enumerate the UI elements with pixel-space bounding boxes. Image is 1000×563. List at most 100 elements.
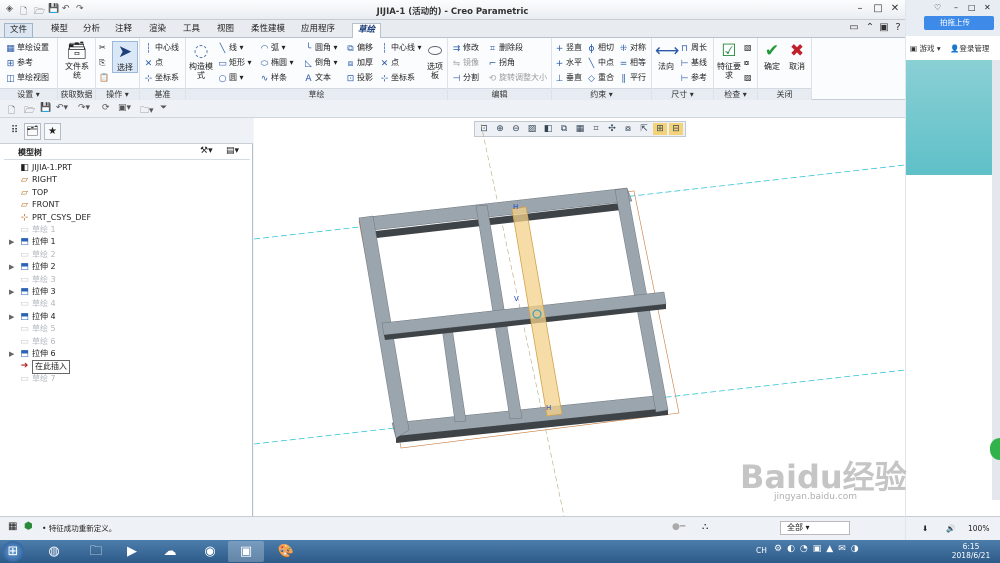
regenerate-icon[interactable]: ⟳: [102, 103, 110, 113]
expand-arrow-icon[interactable]: ▶: [9, 286, 15, 298]
windows-icon[interactable]: ▣▾: [118, 103, 131, 113]
taskbar-paint-icon[interactable]: 🎨: [268, 541, 304, 562]
sketch-centerline-button[interactable]: ┆ 中心线 ▾: [380, 42, 422, 54]
close-doc-icon[interactable]: 🗀▾: [140, 103, 154, 119]
select-button[interactable]: ➤ 选择: [112, 41, 138, 73]
graphics-area[interactable]: ⊡ ⊕ ⊖ ▨ ◧ ⧉ ▦ ⌗ ✣ ⧇ ⇱ ⊞ ⊟ H V H: [254, 118, 905, 516]
divide-button[interactable]: ⊣ 分割: [452, 72, 479, 84]
sketch-csys-button[interactable]: ⊹ 坐标系: [380, 72, 415, 84]
tab-model[interactable]: 模型: [46, 23, 73, 38]
status-toggle-icon[interactable]: ●━: [672, 522, 685, 532]
taskbar-clock[interactable]: 6:15 2018/6/21: [944, 542, 998, 560]
chamfer-button[interactable]: ◺ 倒角 ▾: [304, 57, 338, 69]
status-model-icon[interactable]: ⬢: [24, 521, 33, 532]
browser-max-icon[interactable]: □: [968, 3, 976, 12]
rotate-resize-button[interactable]: ⟲ 旋转调整大小: [488, 72, 547, 84]
tree-settings-icon[interactable]: ⚒▾: [200, 146, 213, 156]
copy-icon[interactable]: ⎘: [99, 57, 105, 68]
ellipse-button[interactable]: ⬭ 椭圆 ▾: [260, 57, 294, 69]
baseline-button[interactable]: ⊢ 基线: [680, 57, 707, 69]
help-icon[interactable]: ?: [890, 21, 906, 35]
browser-zoom[interactable]: 100%: [968, 524, 989, 533]
tree-filter-icon[interactable]: ▤▾: [226, 146, 239, 156]
text-button[interactable]: A 文本: [304, 72, 331, 84]
overlap-geometry-icon[interactable]: ⧇: [744, 57, 749, 68]
save-small-icon[interactable]: 💾: [40, 103, 51, 113]
group-setup-label[interactable]: 设置 ▾: [0, 88, 57, 100]
status-grid-icon[interactable]: ▦: [8, 521, 17, 532]
undo-small-icon[interactable]: ↶▾: [56, 103, 68, 113]
window-small-icon[interactable]: ▭: [846, 21, 862, 35]
paste-icon[interactable]: 📋: [99, 72, 109, 83]
highlight-open-ends-icon[interactable]: ▧: [744, 42, 752, 53]
group-constrain-label[interactable]: 约束 ▾: [552, 88, 651, 100]
expand-arrow-icon[interactable]: ▶: [9, 311, 15, 323]
tab-annotate[interactable]: 注释: [110, 23, 137, 38]
taskbar-media-icon[interactable]: ▶: [114, 541, 150, 562]
perpendicular-constraint-button[interactable]: ⊥ 垂直: [555, 72, 582, 84]
taskbar-360-browser-icon[interactable]: ◉: [192, 541, 228, 562]
line-button[interactable]: ╲ 线 ▾: [218, 42, 244, 54]
thicken-button[interactable]: ⧈ 加厚: [346, 57, 373, 69]
browser-close-icon[interactable]: ✕: [984, 3, 991, 12]
tab-render[interactable]: 渲染: [144, 23, 171, 38]
tab-analysis[interactable]: 分析: [78, 23, 105, 38]
coincident-constraint-button[interactable]: ◇ 重合: [587, 72, 614, 84]
browser-speaker-icon[interactable]: 🔊: [946, 524, 955, 533]
palette-button[interactable]: ⬭ 选项板: [424, 41, 446, 80]
close-window-button[interactable]: ✕: [887, 2, 903, 16]
datum-csys-button[interactable]: ⊹ 坐标系: [144, 72, 179, 84]
folder-browser-tab-icon[interactable]: 🗂: [24, 123, 41, 140]
fillet-button[interactable]: ╰ 圆角 ▾: [304, 42, 338, 54]
circle-button[interactable]: ○ 圆 ▾: [218, 72, 244, 84]
corner-button[interactable]: ⌐ 拐角: [488, 57, 515, 69]
tab-sketch[interactable]: 草绘: [352, 23, 382, 38]
group-inspect-label[interactable]: 检查 ▾: [714, 88, 757, 100]
group-operations-label[interactable]: 操作 ▾: [96, 88, 139, 100]
offset-button[interactable]: ⧉ 偏移: [346, 42, 373, 54]
cut-icon[interactable]: ✂: [99, 42, 106, 53]
construction-mode-button[interactable]: ◌ 构造模式: [188, 41, 214, 80]
group-dimension-label[interactable]: 尺寸 ▾: [652, 88, 713, 100]
feature-requirements-button[interactable]: ☑ 特征要求: [716, 41, 742, 80]
expand-arrow-icon[interactable]: ▶: [9, 236, 15, 248]
favorites-tab-icon[interactable]: ★: [44, 123, 61, 140]
selection-filter-dropdown[interactable]: 全部 ▾: [780, 521, 850, 535]
tab-applications[interactable]: 应用程序: [296, 23, 340, 38]
tab-tools[interactable]: 工具: [178, 23, 205, 38]
cancel-button[interactable]: ✖ 取消: [786, 41, 808, 71]
expand-arrow-icon[interactable]: ▶: [9, 348, 15, 360]
taskbar-creo-icon[interactable]: ▣: [228, 541, 264, 562]
sketch-point-button[interactable]: ✕ 点: [380, 57, 399, 69]
taskbar-explorer-icon[interactable]: 🗀: [78, 541, 114, 562]
start-button-icon[interactable]: ⊞: [2, 541, 24, 562]
perimeter-button[interactable]: ⊓ 周长: [680, 42, 707, 54]
browser-skin-icon[interactable]: ♡: [934, 3, 941, 12]
midpoint-constraint-button[interactable]: ╲ 中点: [587, 57, 614, 69]
upload-button[interactable]: 拍拖上传: [924, 16, 994, 30]
open-icon[interactable]: 🗁: [24, 103, 35, 119]
login-manage-link[interactable]: 👤登录管理: [950, 43, 989, 54]
normal-dimension-button[interactable]: ⟷ 法向: [654, 41, 679, 71]
customize-qat-icon[interactable]: ⏷: [160, 103, 167, 113]
games-link[interactable]: ▣ 游戏 ▾: [910, 43, 941, 54]
browser-min-icon[interactable]: –: [954, 3, 958, 12]
tab-file[interactable]: 文件: [4, 23, 34, 38]
tray-icons[interactable]: ⚙◐◔▣▲✉◑: [774, 544, 864, 554]
file-system-button[interactable]: 🗃 文件系统: [62, 41, 92, 80]
mirror-button[interactable]: ⇋ 镜像: [452, 57, 479, 69]
datum-centerline-button[interactable]: ┆ 中心线: [144, 42, 179, 54]
equal-constraint-button[interactable]: = 相等: [619, 57, 646, 69]
model-tree-tab-icon[interactable]: ⠿: [6, 123, 23, 140]
tangent-constraint-button[interactable]: ϕ 相切: [587, 42, 614, 54]
ime-indicator[interactable]: CH: [756, 546, 767, 555]
tab-view[interactable]: 视图: [212, 23, 239, 38]
arc-button[interactable]: ◠ 弧 ▾: [260, 42, 286, 54]
modify-button[interactable]: ⇉ 修改: [452, 42, 479, 54]
symmetric-constraint-button[interactable]: ⁜ 对称: [619, 42, 646, 54]
new-icon[interactable]: 🗋: [8, 103, 15, 119]
redo-small-icon[interactable]: ↷▾: [78, 103, 90, 113]
ok-button[interactable]: ✔ 确定: [761, 41, 783, 71]
project-button[interactable]: ⊡ 投影: [346, 72, 373, 84]
expand-arrow-icon[interactable]: ▶: [9, 261, 15, 273]
